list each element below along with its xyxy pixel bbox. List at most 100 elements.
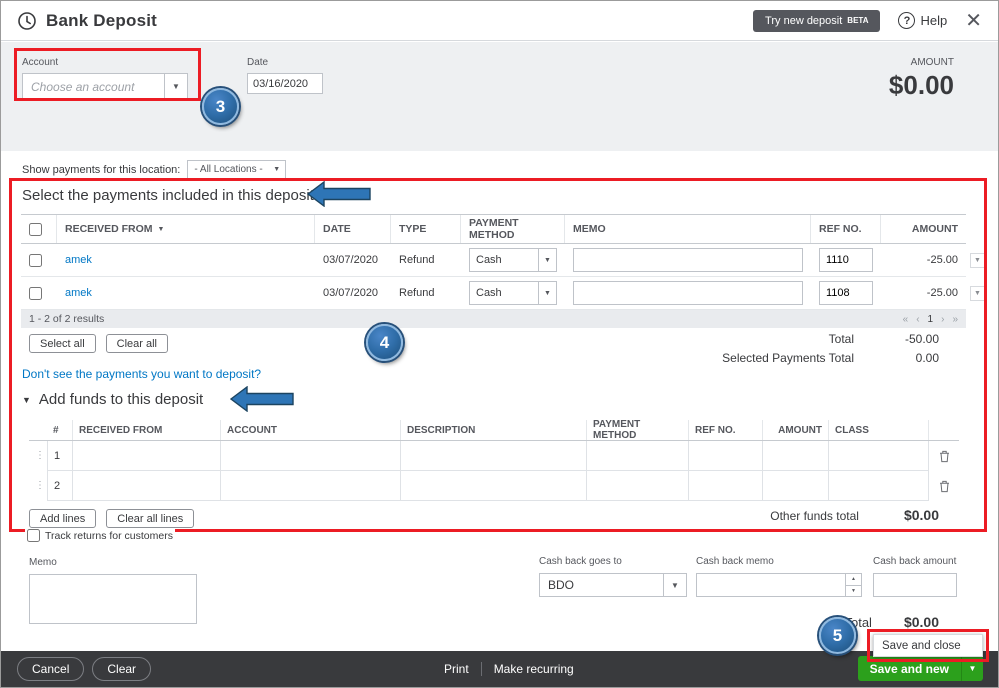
row-more-dropdown-icon[interactable]: ▼ (970, 253, 985, 268)
annotation-arrow-icon (230, 386, 294, 412)
payment-method-cell[interactable] (587, 471, 689, 501)
cash-back-amount-input[interactable] (873, 573, 957, 597)
drag-handle-icon: ⋮⋮ (35, 450, 47, 461)
memo-input[interactable] (573, 281, 803, 305)
chevron-down-icon: ▼ (538, 249, 556, 271)
make-recurring-button[interactable]: Make recurring (494, 662, 574, 676)
ref-no-input[interactable] (819, 281, 873, 305)
annotation-step-4-badge: 4 (366, 324, 403, 361)
column-ref-no: REF NO. (811, 215, 881, 243)
ref-no-cell[interactable] (689, 441, 763, 471)
collapse-triangle-icon: ▼ (22, 394, 31, 405)
location-select-value: - All Locations - (194, 164, 263, 175)
track-returns-checkbox[interactable] (27, 529, 40, 542)
account-cell[interactable] (221, 441, 401, 471)
help-button[interactable]: ? Help (898, 12, 947, 29)
payment-method-select[interactable]: Cash ▼ (469, 248, 557, 272)
ref-no-cell (811, 277, 881, 309)
add-funds-title: Add funds to this deposit (38, 391, 204, 408)
page-first-button[interactable]: « (903, 314, 909, 325)
memo-textarea[interactable] (29, 574, 197, 624)
stepper-down-icon[interactable]: ▼ (846, 584, 861, 597)
payment-method-cell: Cash ▼ (461, 244, 565, 276)
footer-center-actions: Print Make recurring (444, 662, 574, 676)
dont-see-payments-link[interactable]: Don't see the payments you want to depos… (22, 367, 261, 381)
payment-date: 03/07/2020 (323, 287, 379, 299)
column-payment-method: PAYMENT METHOD (587, 420, 689, 440)
page-last-button[interactable]: » (952, 314, 958, 325)
other-funds-total-value: $0.00 (903, 507, 939, 523)
description-cell[interactable] (401, 471, 587, 501)
cash-back-memo-input[interactable] (697, 574, 845, 596)
trash-icon[interactable] (935, 441, 953, 471)
column-num: # (47, 420, 73, 440)
select-all-button[interactable]: Select all (29, 334, 96, 353)
clear-button[interactable]: Clear (92, 657, 152, 681)
payment-row-checkbox[interactable] (29, 286, 42, 300)
add-funds-table: # RECEIVED FROM ACCOUNT DESCRIPTION PAYM… (29, 420, 959, 501)
column-memo: MEMO (565, 215, 811, 243)
date-label: Date (247, 57, 269, 68)
column-received-from: RECEIVED FROM (73, 420, 221, 440)
account-select[interactable]: Choose an account ▼ (22, 73, 188, 100)
payment-method-select[interactable]: Cash ▼ (469, 281, 557, 305)
page-next-button[interactable]: › (941, 314, 944, 325)
payments-table-header: RECEIVED FROM ▼ DATE TYPE PAYMENT METHOD … (21, 214, 966, 244)
cash-back-goes-to-select[interactable]: BDO ▼ (539, 573, 687, 597)
location-select[interactable]: - All Locations - ▼ (187, 160, 286, 179)
received-from-cell[interactable] (73, 471, 221, 501)
trash-icon[interactable] (935, 471, 953, 501)
stepper-up-icon[interactable]: ▲ (846, 574, 861, 585)
drag-handle[interactable]: ⋮⋮ (29, 441, 47, 471)
amount-cell[interactable] (763, 471, 829, 501)
memo-input[interactable] (573, 248, 803, 272)
payer-link[interactable]: amek (65, 254, 92, 266)
column-ref-no: REF NO. (689, 420, 763, 440)
annotation-step-3-badge: 3 (202, 88, 239, 125)
add-lines-button[interactable]: Add lines (29, 509, 97, 528)
class-cell[interactable] (829, 441, 929, 471)
drag-column (29, 420, 47, 440)
other-funds-total: Other funds total $0.00 (770, 507, 939, 523)
account-cell[interactable] (221, 471, 401, 501)
results-bar: 1 - 2 of 2 results « ‹ 1 › » (21, 310, 966, 328)
cancel-button[interactable]: Cancel (17, 657, 85, 681)
cash-back-goes-to-group: Cash back goes to BDO ▼ (539, 556, 687, 597)
row-more-dropdown-icon[interactable]: ▼ (970, 286, 985, 301)
pagination: « ‹ 1 › » (903, 314, 958, 325)
payer-link[interactable]: amek (65, 287, 92, 299)
chevron-down-icon: ▼ (663, 574, 686, 596)
close-icon[interactable]: ✕ (965, 11, 982, 31)
ref-no-input[interactable] (819, 248, 873, 272)
select-all-checkbox[interactable] (29, 222, 42, 236)
column-received-from[interactable]: RECEIVED FROM ▼ (57, 215, 315, 243)
save-and-close-menu-item[interactable]: Save and close (873, 634, 983, 657)
column-type: TYPE (391, 215, 461, 243)
ref-no-cell[interactable] (689, 471, 763, 501)
amount-value: $0.00 (888, 70, 954, 100)
page-number[interactable]: 1 (928, 314, 934, 325)
save-and-new-button[interactable]: Save and new (857, 656, 961, 681)
payment-method-cell[interactable] (587, 441, 689, 471)
column-description: DESCRIPTION (401, 420, 587, 440)
clear-all-lines-button[interactable]: Clear all lines (106, 509, 195, 528)
bank-deposit-icon (17, 11, 37, 31)
try-new-deposit-button[interactable]: Try new deposit BETA (753, 9, 881, 32)
page-prev-button[interactable]: ‹ (916, 314, 919, 325)
date-input[interactable] (247, 73, 323, 94)
amount-cell[interactable] (763, 441, 829, 471)
payment-row-checkbox[interactable] (29, 253, 42, 267)
amount-display: AMOUNT $0.00 (889, 57, 954, 101)
clear-all-button[interactable]: Clear all (105, 334, 168, 353)
divider (480, 662, 482, 676)
track-returns-group: Track returns for customers (25, 529, 175, 542)
add-funds-toggle[interactable]: ▼ Add funds to this deposit (22, 391, 203, 408)
class-cell[interactable] (829, 471, 929, 501)
save-options-caret-icon[interactable]: ▼ (961, 656, 983, 681)
description-cell[interactable] (401, 441, 587, 471)
cash-back-memo-field: ▲ ▼ (696, 573, 862, 597)
received-from-cell[interactable] (73, 441, 221, 471)
drag-handle[interactable]: ⋮⋮ (29, 471, 47, 501)
print-button[interactable]: Print (444, 662, 469, 676)
column-payment-method: PAYMENT METHOD (461, 215, 565, 243)
